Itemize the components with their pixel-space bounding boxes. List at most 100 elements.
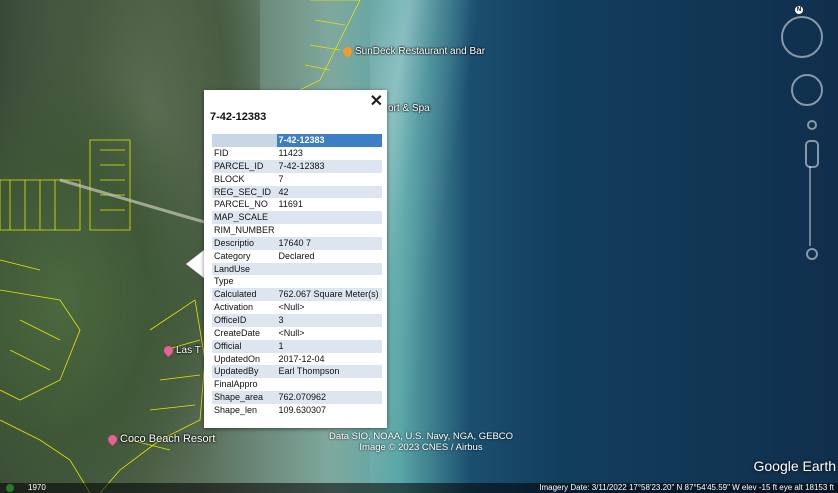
attribute-value: 42 — [276, 185, 382, 199]
map-label-resort-spa[interactable]: ort & Spa — [388, 103, 430, 114]
credit-line-2: Image © 2023 CNES / Airbus — [359, 442, 483, 453]
attribute-key: Shape_area — [212, 391, 277, 404]
attribute-row: Calculated 762.067 Square Meter(s) — [212, 288, 382, 302]
attribute-row: REG_SEC_ID 42 — [212, 185, 382, 199]
attribute-value — [277, 378, 382, 391]
attribute-table-header: 7-42-12383 — [212, 134, 382, 147]
attribute-value: <Null> — [278, 302, 305, 313]
attribute-key: UpdatedOn — [214, 353, 261, 364]
sundeck-label: SunDeck Restaurant and Bar — [355, 46, 486, 57]
hotel-pin-icon — [106, 432, 119, 446]
historical-imagery-icon[interactable] — [6, 484, 14, 492]
status-bar: 1970 Imagery Date: 3/11/2022 17°58'23.20… — [0, 483, 838, 493]
attribute-value — [276, 262, 382, 276]
attribute-row: RIM_NUMBER — [212, 224, 382, 237]
header-title: 7-42-12383 — [276, 134, 382, 147]
zoom-track — [809, 166, 811, 246]
attribute-value: 11423 — [278, 148, 303, 158]
attribute-row: UpdatedBy Earl Thompson — [212, 365, 382, 379]
attribute-row: OfficeID 3 — [212, 313, 382, 327]
attribute-key: CreateDate — [214, 327, 261, 338]
attribute-key: Official — [212, 339, 277, 353]
look-joystick-icon[interactable] — [781, 16, 823, 58]
attribute-value: 1 — [276, 339, 382, 353]
close-icon[interactable]: ✕ — [370, 91, 383, 111]
attribute-value — [276, 211, 382, 225]
resort-spa-label: ort & Spa — [388, 103, 430, 114]
attribute-row: LandUse — [212, 262, 382, 276]
attribute-key: Activation — [214, 302, 254, 313]
attribute-key: FinalAppro — [214, 379, 258, 390]
attribute-value: 2017-12-04 — [278, 353, 325, 364]
las-label: Las T — [176, 345, 201, 356]
attribute-value: 109.630307 — [278, 404, 327, 415]
attribute-value — [277, 224, 382, 237]
attribute-row: Activation <Null> — [212, 301, 382, 314]
attribute-value: 7 — [278, 173, 284, 184]
zoom-thumb[interactable] — [805, 140, 819, 168]
attribute-row: FID 11423 — [212, 147, 382, 160]
compass-north-icon[interactable]: N — [795, 6, 803, 14]
attribute-value: 3 — [276, 313, 382, 327]
header-spacer — [212, 134, 277, 147]
attribute-row: Official 1 — [212, 339, 382, 353]
attribute-table: 7-42-12383 FID 11423 PARCEL_ID 7-42-12383 BL… — [212, 134, 382, 417]
status-info: Imagery Date: 3/11/2022 17°58'23.20" N 8… — [539, 483, 834, 492]
attribute-key: Type — [214, 276, 234, 287]
credit-line-1: Data SIO, NOAA, U.S. Navy, NGA, GEBCO — [328, 431, 514, 442]
attribute-key: LandUse — [212, 262, 277, 276]
attribute-key: Calculated — [212, 288, 277, 302]
coco-beach-label: Coco Beach Resort — [120, 433, 216, 445]
attribute-value: 11691 — [278, 199, 303, 210]
attribute-value: <Null> — [278, 327, 305, 338]
attribute-value: 7-42-12383 — [276, 159, 382, 173]
attribute-key: Descriptio — [212, 236, 277, 250]
attribute-row: Category Declared — [212, 250, 382, 263]
attribute-key: UpdatedBy — [212, 365, 277, 379]
attribute-value: 762.070962 — [276, 391, 382, 404]
attribute-row: PARCEL_NO 11691 — [212, 198, 382, 211]
attribute-row: Shape_len 109.630307 — [212, 404, 382, 417]
timeline-year: 1970 — [28, 483, 46, 492]
attribute-key: PARCEL_NO — [214, 199, 268, 210]
attribute-value: 762.067 Square Meter(s) — [276, 288, 382, 302]
attribute-row: CreateDate <Null> — [212, 327, 382, 340]
attribute-value: Earl Thompson — [276, 365, 382, 379]
popup-pointer — [186, 250, 204, 278]
move-joystick-icon[interactable] — [791, 74, 823, 106]
attribute-row: PARCEL_ID 7-42-12383 — [212, 159, 382, 173]
attribute-key: BLOCK — [214, 173, 245, 184]
attribute-key: RIM_NUMBER — [214, 225, 275, 236]
attribute-key: PARCEL_ID — [212, 159, 277, 173]
attribute-row: FinalAppro — [212, 378, 382, 391]
popup-title: 7-42-12383 — [210, 111, 267, 123]
attribute-row: BLOCK 7 — [212, 173, 382, 186]
zoom-slider[interactable] — [803, 120, 819, 260]
attribute-key: Category — [214, 250, 251, 261]
zoom-out-icon[interactable] — [806, 248, 818, 260]
google-earth-logo: Google Earth — [753, 458, 837, 474]
attribute-row: Shape_area 762.070962 — [212, 391, 382, 404]
attribute-value: Declared — [278, 250, 315, 261]
hotel-pin-icon — [162, 343, 175, 357]
attribute-key: REG_SEC_ID — [212, 185, 277, 199]
attribute-key: Shape_len — [214, 404, 258, 415]
map-label-las[interactable]: Las T — [162, 343, 201, 357]
attribute-row: Type — [212, 275, 382, 288]
attribute-key: MAP_SCALE — [212, 211, 277, 225]
street-view-person-icon[interactable] — [807, 120, 817, 130]
map-label-coco-beach[interactable]: Coco Beach Resort — [106, 432, 216, 446]
satellite-map[interactable]: SunDeck Restaurant and Bar ort & Spa Las… — [0, 0, 838, 493]
attribute-key: OfficeID — [212, 313, 277, 327]
restaurant-pin-icon — [341, 44, 354, 58]
attribute-row: Descriptio 17640 7 — [212, 236, 382, 250]
feature-info-popup: ✕ 7-42-12383 7-42-12383 FID 11423 PARCEL_I… — [204, 90, 387, 428]
map-label-sundeck[interactable]: SunDeck Restaurant and Bar — [341, 44, 486, 58]
attribute-value — [277, 275, 382, 288]
attribute-row: MAP_SCALE — [212, 211, 382, 225]
imagery-credits: Data SIO, NOAA, U.S. Navy, NGA, GEBCO Im… — [326, 431, 516, 453]
parcel-overlay — [0, 0, 361, 493]
attribute-value: 17640 7 — [276, 236, 382, 250]
attribute-row: UpdatedOn 2017-12-04 — [212, 353, 382, 366]
attribute-key: FID — [214, 148, 229, 158]
